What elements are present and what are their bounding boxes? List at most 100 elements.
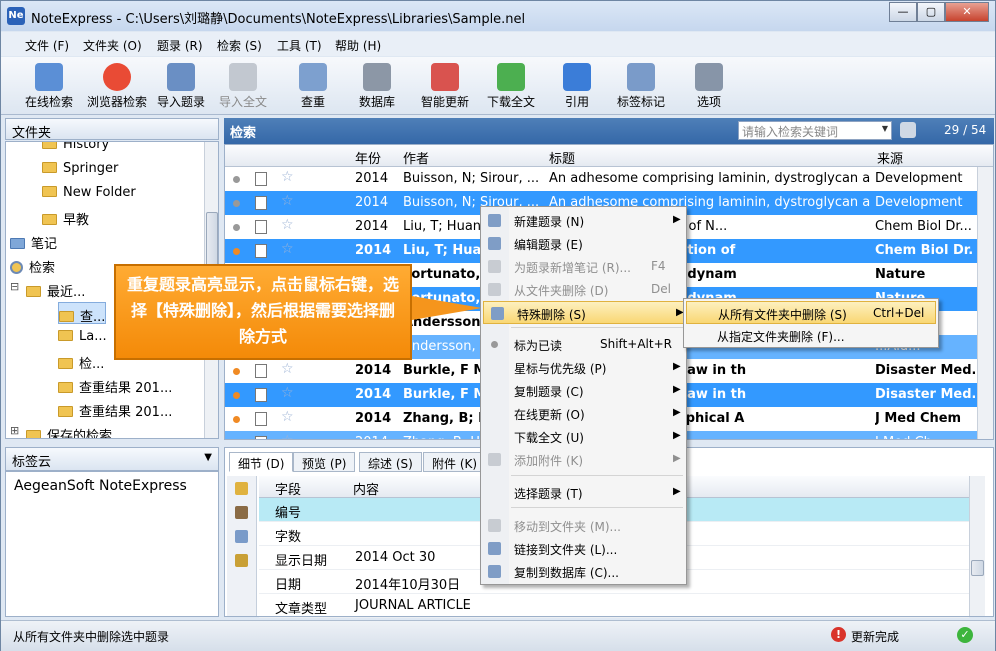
menu-item-label: 从指定文件夹删除 (F)... [717, 330, 845, 344]
context-menu-item[interactable]: 选择题录 (T) ▶ [481, 481, 686, 504]
column-title[interactable]: 标题 [549, 148, 575, 167]
tree-toggle-icon[interactable]: ⊟ [10, 280, 19, 293]
toolbar-database-button[interactable]: 数据库 [345, 61, 409, 113]
tree-item[interactable]: History [42, 141, 110, 156]
cell-source: Nature [875, 267, 926, 282]
toolbar-cite-button[interactable]: 引用 [545, 61, 609, 113]
context-menu-item[interactable]: 星标与优先级 (P) ▶ [481, 356, 686, 379]
tab-detail[interactable]: 细节 (D) [229, 452, 294, 472]
detail-scrollbar[interactable] [969, 476, 985, 616]
column-year[interactable]: 年份 [355, 148, 381, 167]
search-panel-header: 检索 请输入检索关键词 ▼ 29 / 54 [224, 118, 994, 144]
copy-icon[interactable] [235, 530, 248, 543]
star-icon[interactable]: ☆ [281, 241, 294, 257]
grid-scrollbar[interactable] [977, 167, 993, 439]
toolbar-import-button[interactable]: 导入题录 [149, 61, 213, 113]
star-icon[interactable]: ☆ [281, 433, 294, 439]
menu-file[interactable]: 文件 (F) [25, 37, 69, 54]
brush-icon[interactable] [235, 554, 248, 567]
tree-item[interactable]: La... [58, 326, 107, 348]
tree-item[interactable]: New Folder [42, 182, 136, 204]
tab-attachment[interactable]: 附件 (K) [423, 452, 487, 472]
detail-row[interactable]: 文章类型 JOURNAL ARTICLE [259, 594, 969, 618]
submenu-arrow-icon: ▶ [673, 430, 681, 441]
tagcloud-dropdown-icon[interactable]: ▼ [204, 452, 212, 463]
menu-folder[interactable]: 文件夹 (O) [83, 37, 142, 54]
menu-search[interactable]: 检索 (S) [217, 37, 262, 54]
star-icon[interactable]: ☆ [281, 409, 294, 425]
submenu-arrow-icon: ▶ [673, 486, 681, 497]
tree-item[interactable]: ⊟ 最近... [10, 278, 85, 300]
tab-preview[interactable]: 预览 (P) [293, 452, 356, 472]
cell-source: Chem Biol Dr... [875, 219, 972, 234]
document-icon [255, 364, 267, 378]
toolbar-import-fulltext-button[interactable]: 导入全文 [211, 61, 275, 113]
delete-from-specified-folder-item[interactable]: 从指定文件夹删除 (F)... [686, 324, 936, 347]
cell-year: 2014 [355, 243, 392, 258]
cell-title: An adhesome comprising laminin, dystrogl… [549, 171, 871, 186]
tree-item-label: History [63, 141, 110, 152]
search-dropdown-icon[interactable]: ▼ [882, 124, 888, 133]
book-icon[interactable] [235, 506, 248, 519]
menu-tools[interactable]: 工具 (T) [277, 37, 322, 54]
download-icon [497, 63, 525, 91]
tagcloud-content[interactable]: AegeanSoft NoteExpress [14, 478, 187, 494]
column-author[interactable]: 作者 [403, 148, 429, 167]
context-menu-item[interactable]: 下载全文 (U) ▶ [481, 425, 686, 448]
toolbar-dedupe-button[interactable]: 查重 [281, 61, 345, 113]
tree-item[interactable]: ⊞笔记 [10, 230, 57, 252]
tree-item[interactable]: Springer [42, 158, 118, 180]
star-icon[interactable]: ☆ [281, 193, 294, 209]
context-menu-item[interactable]: 新建题录 (N) ▶ [481, 209, 686, 232]
app-logo-icon: Ne [7, 7, 25, 25]
context-menu-item[interactable]: 链接到文件夹 (L)... [481, 537, 686, 560]
tree-item[interactable]: 查... [58, 302, 107, 325]
search-options-icon[interactable] [900, 122, 916, 138]
toolbar-smart-update-button[interactable]: 智能更新 [413, 61, 477, 113]
context-menu-item[interactable]: 复制题录 (C) ▶ [481, 379, 686, 402]
context-menu-item[interactable]: 特殊删除 (S) ▶ [483, 301, 684, 324]
menu-item-label: 标为已读 [514, 339, 563, 353]
detail-field: 日期 [275, 578, 302, 593]
star-icon[interactable]: ☆ [281, 217, 294, 233]
star-icon[interactable]: ☆ [281, 169, 294, 185]
star-icon[interactable]: ☆ [281, 361, 294, 377]
tree-toggle-icon[interactable]: ⊞ [10, 424, 19, 437]
menu-help[interactable]: 帮助 (H) [335, 37, 381, 54]
menu-record[interactable]: 题录 (R) [157, 37, 203, 54]
tree-item[interactable]: 早教 [42, 206, 89, 228]
cell-source: Chem Biol Dr. [875, 243, 974, 258]
toolbar-options-button[interactable]: 选项 [677, 61, 741, 113]
context-menu-item[interactable]: 在线更新 (O) ▶ [481, 402, 686, 425]
tree-item[interactable]: ⊟检索 [10, 254, 55, 276]
context-menu-item[interactable]: 为题录新增笔记 (R)... F4 [481, 255, 686, 278]
toolbar-browser-button[interactable]: 浏览器检索 [85, 61, 149, 113]
column-source[interactable]: 来源 [877, 148, 903, 167]
search-input[interactable]: 请输入检索关键词 ▼ [738, 121, 892, 140]
minimize-button[interactable]: — [889, 2, 917, 22]
tree-item[interactable]: 检... [58, 350, 104, 372]
maximize-button[interactable]: ▢ [917, 2, 945, 22]
toolbar-download-button[interactable]: 下载全文 [479, 61, 543, 113]
tree-item[interactable]: 查重结果 201... [58, 374, 172, 396]
context-menu-item[interactable]: 编辑题录 (E) [481, 232, 686, 255]
context-menu-item[interactable]: 标为已读 Shift+Alt+R [481, 333, 686, 356]
table-row[interactable]: ☆ 2014 Buisson, N; Sirour, ... An adhesome … [225, 167, 993, 191]
star-icon[interactable]: ☆ [281, 385, 294, 401]
folder-icon [26, 286, 41, 297]
toolbar-online-search-button[interactable]: 在线检索 [17, 61, 81, 113]
tab-summary[interactable]: 综述 (S) [359, 452, 422, 472]
context-menu-item[interactable]: 从文件夹删除 (D) Del [481, 278, 686, 301]
close-button[interactable]: ✕ [945, 2, 989, 22]
lock-icon[interactable] [235, 482, 248, 495]
context-menu-item[interactable]: 添加附件 (K) ▶ [481, 448, 686, 471]
delete-from-all-folders-item[interactable]: 从所有文件夹中删除 (S) Ctrl+Del [686, 301, 936, 324]
tree-item[interactable]: 查重结果 201... [58, 398, 172, 420]
tree-item[interactable]: ⊞ 保存的检索 [10, 422, 112, 438]
detail-scroll-thumb[interactable] [971, 560, 984, 576]
toolbar-tag-button[interactable]: 标签标记 [609, 61, 673, 113]
context-menu-item[interactable]: 复制到数据库 (C)... [481, 560, 686, 583]
submenu-arrow-icon: ▶ [673, 407, 681, 418]
context-menu-item[interactable]: 移动到文件夹 (M)... [481, 514, 686, 537]
menu-item-label: 为题录新增笔记 (R)... [514, 261, 631, 275]
